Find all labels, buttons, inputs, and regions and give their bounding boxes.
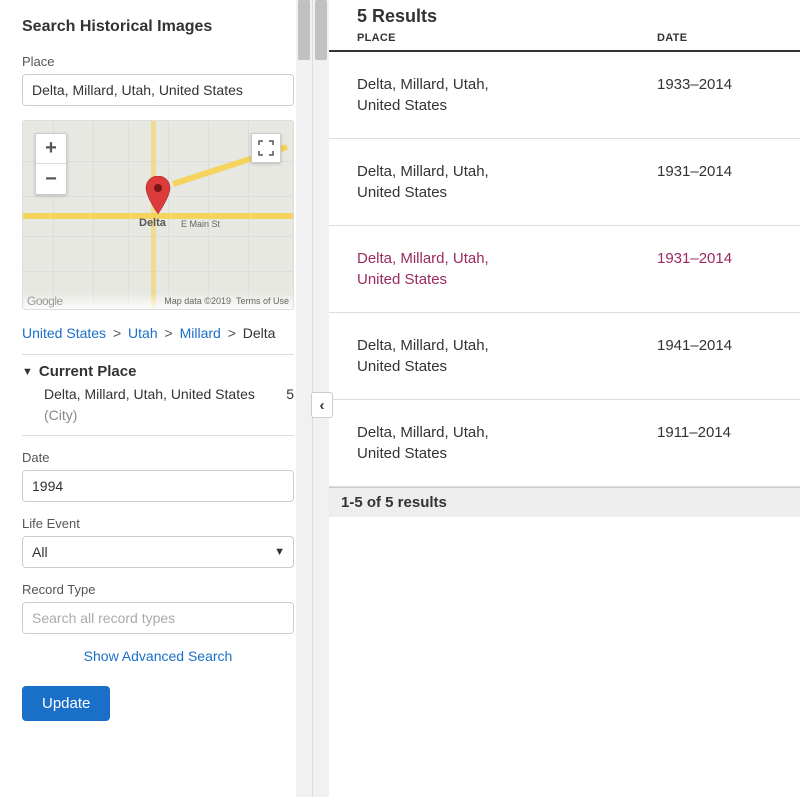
result-list: Delta, Millard, Utah,United States1933–2…	[329, 52, 800, 487]
map-zoom-controls: + −	[35, 133, 67, 195]
life-event-select[interactable]: All	[22, 536, 294, 568]
life-event-label: Life Event	[22, 516, 294, 531]
result-date: 1911–2014	[657, 422, 731, 464]
sidebar-title: Search Historical Images	[22, 18, 294, 36]
place-label: Place	[22, 54, 294, 69]
map[interactable]: Delta E Main St + − Google Map data ©201…	[22, 120, 294, 310]
breadcrumb-link-0[interactable]: United States	[22, 325, 106, 341]
google-logo: Google	[27, 294, 63, 308]
breadcrumb-sep: >	[228, 325, 236, 341]
current-place-name: Delta, Millard, Utah, United States (Cit…	[44, 384, 278, 425]
place-input[interactable]	[22, 74, 294, 106]
chevron-down-icon: ▼	[22, 366, 33, 378]
result-date: 1931–2014	[657, 248, 732, 290]
current-place-toggle[interactable]: ▼ Current Place	[22, 363, 294, 380]
result-place: Delta, Millard, Utah,United States	[357, 335, 657, 377]
column-header-date[interactable]: DATE	[657, 32, 687, 44]
result-place: Delta, Millard, Utah,United States	[357, 422, 657, 464]
fullscreen-icon	[258, 140, 274, 156]
collapse-sidebar-button[interactable]: ‹	[311, 392, 333, 418]
breadcrumb-sep: >	[165, 325, 173, 341]
map-marker-icon	[144, 176, 172, 219]
date-label: Date	[22, 450, 294, 465]
search-sidebar: Search Historical Images Place De	[0, 0, 312, 797]
result-place: Delta, Millard, Utah,United States	[357, 161, 657, 203]
breadcrumb-sep: >	[113, 325, 121, 341]
current-place-section: ▼ Current Place Delta, Millard, Utah, Un…	[22, 354, 294, 436]
result-row[interactable]: Delta, Millard, Utah,United States1911–2…	[329, 400, 800, 487]
zoom-out-button[interactable]: −	[36, 164, 66, 194]
minus-icon: −	[45, 168, 57, 191]
result-date: 1933–2014	[657, 74, 732, 116]
breadcrumb-link-2[interactable]: Millard	[180, 325, 221, 341]
results-panel: 5 Results PLACE DATE Delta, Millard, Uta…	[313, 0, 800, 797]
breadcrumb: United States > Utah > Millard > Delta	[22, 322, 294, 344]
breadcrumb-link-1[interactable]: Utah	[128, 325, 158, 341]
result-row[interactable]: Delta, Millard, Utah,United States1931–2…	[329, 226, 800, 313]
map-fullscreen-button[interactable]	[251, 133, 281, 163]
result-place: Delta, Millard, Utah,United States	[357, 248, 657, 290]
map-attribution: Google Map data ©2019 Terms of Use	[23, 293, 293, 309]
result-row[interactable]: Delta, Millard, Utah,United States1931–2…	[329, 139, 800, 226]
result-place: Delta, Millard, Utah,United States	[357, 74, 657, 116]
result-date: 1941–2014	[657, 335, 732, 377]
map-terms-link[interactable]: Terms of Use	[236, 296, 289, 306]
chevron-left-icon: ‹	[320, 397, 325, 414]
results-title: 5 Results	[357, 6, 800, 27]
map-data-attrib: Map data ©2019	[164, 296, 231, 306]
map-street-label: E Main St	[181, 219, 220, 229]
record-type-input[interactable]	[22, 602, 294, 634]
current-place-count: 5	[278, 384, 294, 425]
update-button[interactable]: Update	[22, 686, 110, 721]
zoom-in-button[interactable]: +	[36, 134, 66, 164]
record-type-label: Record Type	[22, 582, 294, 597]
column-header-place[interactable]: PLACE	[357, 32, 657, 44]
result-row[interactable]: Delta, Millard, Utah,United States1933–2…	[329, 52, 800, 139]
date-input[interactable]	[22, 470, 294, 502]
plus-icon: +	[45, 137, 57, 160]
sidebar-scrollbar[interactable]	[296, 0, 312, 797]
current-place-header: Current Place	[39, 363, 137, 380]
advanced-search-link[interactable]: Show Advanced Search	[84, 648, 233, 664]
results-footer: 1-5 of 5 results	[329, 487, 800, 517]
breadcrumb-current: Delta	[243, 325, 276, 341]
result-date: 1931–2014	[657, 161, 732, 203]
result-row[interactable]: Delta, Millard, Utah,United States1941–2…	[329, 313, 800, 400]
